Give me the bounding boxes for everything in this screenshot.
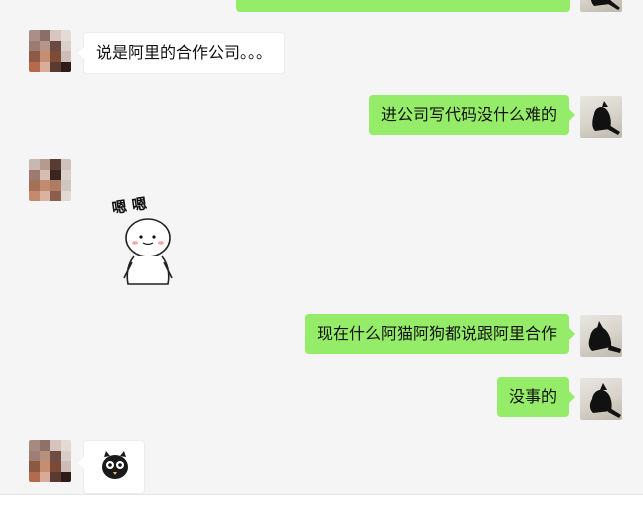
message-bubble-outgoing[interactable]: 现在什么阿猫阿狗都说跟阿里合作	[304, 314, 576, 354]
emoji-message-bubble[interactable]	[78, 440, 145, 494]
message-bubble-outgoing[interactable]: 没事的	[496, 377, 576, 417]
chat-message-area: 说是阿里的合作公司。。。 进公司写代码没什么难的 嗯 嗯 现在什么阿猫阿狗都说跟…	[0, 0, 643, 507]
avatar-contact[interactable]	[29, 159, 71, 201]
chat-bottom-edge	[0, 494, 643, 507]
avatar-contact[interactable]	[29, 440, 71, 482]
avatar-self[interactable]	[580, 315, 622, 357]
avatar-self[interactable]	[580, 378, 622, 420]
svg-text:嗯 嗯: 嗯 嗯	[111, 195, 148, 218]
nodding-figure-sticker[interactable]: 嗯 嗯	[108, 188, 188, 288]
message-bubble-outgoing-partial[interactable]	[236, 0, 570, 12]
black-owl-face-emoji	[102, 451, 128, 479]
avatar-self[interactable]	[580, 0, 622, 12]
avatar-contact[interactable]	[29, 30, 71, 72]
sticker-caption: 嗯 嗯	[111, 195, 148, 218]
avatar-self[interactable]	[580, 96, 622, 138]
message-bubble-incoming[interactable]: 说是阿里的合作公司。。。	[77, 32, 286, 74]
message-bubble-outgoing[interactable]: 进公司写代码没什么难的	[368, 95, 576, 135]
